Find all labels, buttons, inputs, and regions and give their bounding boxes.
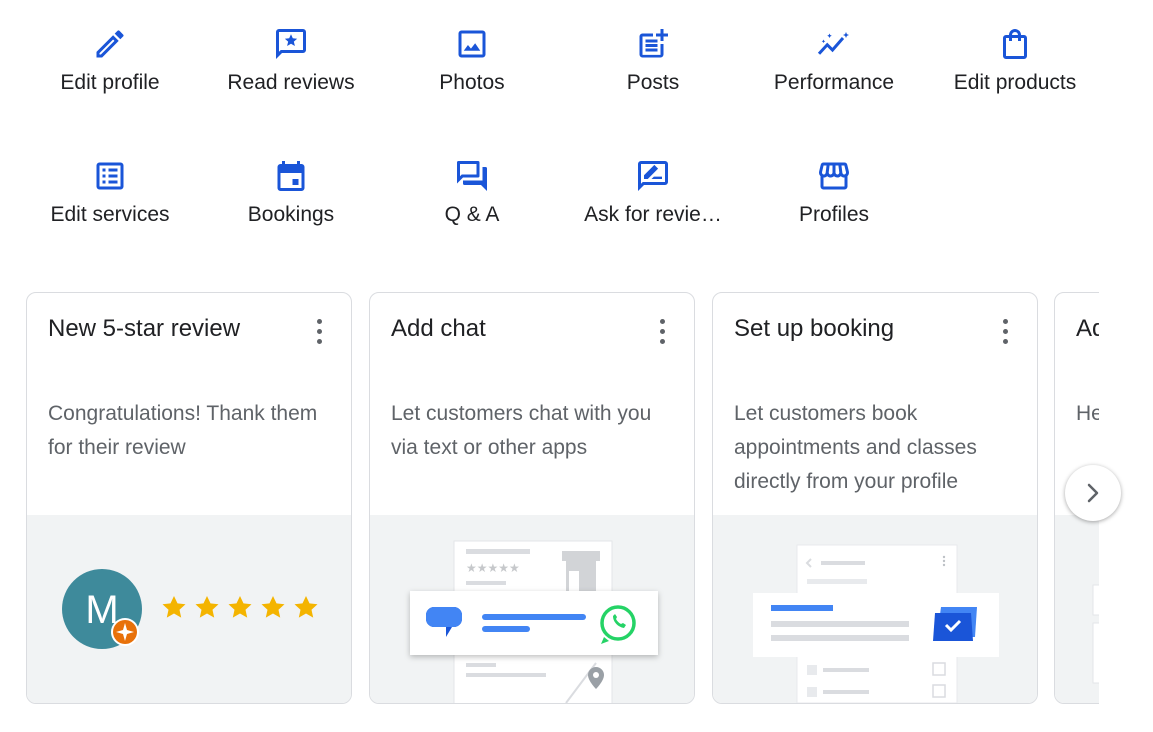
card-illustration: [1055, 515, 1099, 703]
read-reviews-label: Read reviews: [227, 71, 355, 94]
card-new-review[interactable]: New 5-star review Congratulations! Thank…: [26, 292, 352, 704]
posts-action[interactable]: Posts: [563, 18, 743, 118]
photos-label: Photos: [439, 71, 505, 94]
card-description: Congratulations! Thank them for their re…: [48, 402, 318, 459]
card-title: Ad… we…: [1076, 315, 1099, 342]
ask-for-reviews-action[interactable]: Ask for revie…: [563, 150, 743, 250]
post-add-icon: [635, 26, 671, 62]
calendar-icon: [273, 158, 309, 194]
bookings-label: Bookings: [247, 203, 335, 226]
card-description: He… ne…: [1076, 402, 1099, 425]
edit-profile-action[interactable]: Edit profile: [20, 18, 200, 118]
forum-icon: [454, 158, 490, 194]
card-illustration: M: [27, 515, 351, 703]
card-title: Set up booking: [734, 315, 895, 342]
storefront-icon: [816, 158, 852, 194]
photos-action[interactable]: Photos: [382, 18, 562, 118]
pencil-icon: [92, 26, 128, 62]
more-options-icon[interactable]: [309, 317, 329, 347]
bookings-action[interactable]: Bookings: [201, 150, 381, 250]
edit-services-label: Edit services: [50, 203, 170, 226]
card-set-up-booking[interactable]: Set up booking Let customers book appoin…: [712, 292, 1038, 704]
chevron-right-icon: [1087, 483, 1099, 503]
photo-icon: [454, 26, 490, 62]
qa-label: Q & A: [444, 203, 500, 226]
suggestion-carousel: New 5-star review Congratulations! Thank…: [26, 292, 1099, 706]
edit-profile-label: Edit profile: [60, 71, 160, 94]
ask-for-reviews-label: Ask for revie…: [584, 203, 722, 226]
performance-icon: [816, 26, 852, 62]
rate-review-icon: [635, 158, 671, 194]
shopping-bag-icon: [997, 26, 1033, 62]
star-review-icon: [273, 26, 309, 62]
more-options-icon[interactable]: [652, 317, 672, 347]
posts-label: Posts: [626, 71, 680, 94]
svg-text:★★★★★: ★★★★★: [466, 561, 520, 575]
carousel-next-button[interactable]: [1065, 465, 1121, 521]
profiles-label: Profiles: [798, 203, 870, 226]
card-title: Add chat: [391, 315, 486, 342]
card-description: Let customers chat with you via text or …: [391, 402, 652, 459]
edit-products-label: Edit products: [953, 71, 1077, 94]
list-icon: [92, 158, 128, 194]
card-title: New 5-star review: [48, 315, 241, 342]
performance-action[interactable]: Performance: [744, 18, 924, 118]
more-options-icon[interactable]: [995, 317, 1015, 347]
profiles-action[interactable]: Profiles: [744, 150, 924, 250]
card-illustration: [713, 515, 1037, 703]
performance-label: Performance: [773, 71, 895, 94]
edit-services-action[interactable]: Edit services: [20, 150, 200, 250]
read-reviews-action[interactable]: Read reviews: [201, 18, 381, 118]
card-description: Let customers book appointments and clas…: [734, 402, 977, 493]
card-illustration: ★★★★★: [370, 515, 694, 703]
five-star-rating: [162, 596, 318, 618]
card-add-chat[interactable]: Add chat Let customers chat with you via…: [369, 292, 695, 704]
edit-products-action[interactable]: Edit products: [925, 18, 1105, 118]
qa-action[interactable]: Q & A: [382, 150, 562, 250]
